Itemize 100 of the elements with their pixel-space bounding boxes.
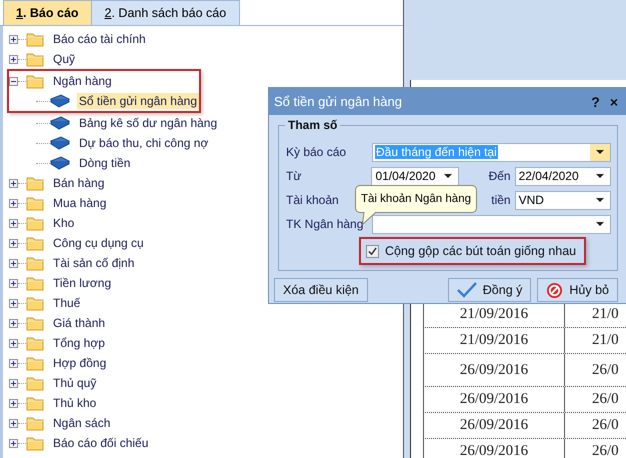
caret-icon xyxy=(596,174,604,178)
expand-toggle-icon[interactable] xyxy=(9,238,18,248)
tooltip-pointer xyxy=(362,212,378,225)
folder-icon xyxy=(26,275,44,291)
tree-label: Quỹ xyxy=(52,51,76,67)
expand-toggle-icon[interactable] xyxy=(9,218,18,228)
field-label: TK Ngân hàng xyxy=(286,217,364,231)
field-label: tiền xyxy=(491,193,511,207)
tree-label: Công cụ dụng cụ xyxy=(52,235,145,251)
expand-toggle-icon[interactable] xyxy=(9,278,18,288)
folder-icon xyxy=(26,255,44,271)
tree-item[interactable]: Hợp đồng xyxy=(9,353,403,373)
tree-label[interactable]: Dự báo thu, chi công nợ xyxy=(77,135,210,151)
table-cell: 26/09/2016 xyxy=(423,354,565,386)
dialog-title: Sổ tiền gửi ngân hàng xyxy=(274,94,403,109)
folder-icon xyxy=(26,51,44,67)
dialog-button[interactable]: Hủy bỏ xyxy=(537,278,618,302)
expand-toggle-icon[interactable] xyxy=(9,438,18,448)
book-icon xyxy=(50,136,70,150)
table-cell-text: 21/0 xyxy=(591,332,619,349)
folder-icon xyxy=(26,295,44,311)
tree-item[interactable]: Thủ kho xyxy=(9,393,403,413)
tree-item[interactable]: Tổng hợp xyxy=(9,333,403,353)
folder-icon xyxy=(26,315,44,331)
expand-toggle-icon[interactable] xyxy=(9,198,18,208)
tree-label: Kho xyxy=(52,215,76,231)
folder-icon xyxy=(26,395,44,411)
tree-item[interactable]: Ngân sách xyxy=(9,413,403,433)
tree-item[interactable]: Thủ quỹ xyxy=(9,373,403,393)
group-title: Tham số xyxy=(285,118,340,132)
expand-toggle-icon[interactable] xyxy=(9,34,18,44)
folder-icon xyxy=(26,355,44,371)
field-label: Đến xyxy=(488,169,511,183)
expand-toggle-icon[interactable] xyxy=(9,338,18,348)
caret-icon xyxy=(596,150,604,154)
folder-icon xyxy=(26,195,44,211)
folder-icon xyxy=(26,415,44,431)
dialog-button[interactable]: Đồng ý xyxy=(448,278,532,302)
book-icon xyxy=(50,156,70,170)
table-cell-text: 21/0 xyxy=(591,306,619,323)
expand-toggle-icon[interactable] xyxy=(9,76,18,86)
caret-icon xyxy=(444,174,452,178)
table-cell: 21/09/2016 xyxy=(423,328,565,353)
tree-label[interactable]: Bảng kê số dư ngân hàng xyxy=(77,115,220,131)
tab[interactable]: 1. Báo cáo xyxy=(3,0,92,25)
combo-box[interactable]: VND xyxy=(514,190,611,210)
expand-toggle-icon[interactable] xyxy=(9,298,18,308)
tree-label: Thủ kho xyxy=(52,395,98,411)
expand-toggle-icon[interactable] xyxy=(9,378,18,388)
table-cell: 26/09/2016 xyxy=(423,387,565,412)
expand-toggle-icon[interactable] xyxy=(9,318,18,328)
tree-item[interactable]: Quỹ xyxy=(9,49,403,69)
tree-item[interactable]: Giá thành xyxy=(9,313,403,333)
tree-item[interactable]: Báo cáo tài chính xyxy=(9,29,403,49)
table-cell-text: 26/0 xyxy=(591,391,619,408)
tree-label: Tiền lương xyxy=(52,275,112,291)
combo-box[interactable]: 22/04/2020 xyxy=(514,166,611,186)
combo-box[interactable]: 01/04/2020 xyxy=(371,166,459,186)
dropdown-button[interactable] xyxy=(590,144,610,160)
table-cell: 26/09/2016 xyxy=(423,413,565,438)
folder-icon xyxy=(26,175,44,191)
tree-label: Ngân sách xyxy=(52,415,112,431)
caret-icon xyxy=(596,198,604,202)
tree-label: Ngân hàng xyxy=(52,73,113,89)
tree-label: Bán hàng xyxy=(52,175,106,191)
field-label: Từ xyxy=(286,169,302,183)
table-cell-text: 26/0 xyxy=(591,417,619,434)
tree-label[interactable]: Dòng tiền xyxy=(77,155,132,171)
close-button[interactable]: × xyxy=(604,94,623,110)
expand-toggle-icon[interactable] xyxy=(9,54,18,64)
tree-label: Tài sản cố định xyxy=(52,255,136,271)
expand-toggle-icon[interactable] xyxy=(9,418,18,428)
expand-toggle-icon[interactable] xyxy=(9,178,18,188)
tab[interactable]: 2. Danh sách báo cáo xyxy=(90,0,240,25)
folder-icon xyxy=(26,435,44,451)
folder-icon xyxy=(26,73,44,89)
tree-item[interactable]: Báo cáo đối chiếu xyxy=(9,433,403,453)
folder-icon xyxy=(26,335,44,351)
field-label: Kỳ báo cáo xyxy=(286,145,346,159)
folder-icon xyxy=(26,375,44,391)
tree-label: Báo cáo đối chiếu xyxy=(52,435,150,451)
checkbox[interactable] xyxy=(366,244,379,258)
expand-toggle-icon[interactable] xyxy=(9,358,18,368)
tree-item[interactable]: Ngân hàng xyxy=(9,71,199,91)
dialog-button[interactable]: Xóa điều kiện xyxy=(274,278,368,302)
checkbox-label: Cộng gộp các bút toán giống nhau xyxy=(385,244,576,258)
tree-label: Giá thành xyxy=(52,315,106,331)
folder-icon xyxy=(26,235,44,251)
expand-toggle-icon[interactable] xyxy=(9,398,18,408)
check-icon xyxy=(456,282,477,298)
table-cell-text: 26/0 xyxy=(591,362,619,378)
caret-icon xyxy=(596,222,604,226)
tree-label: Mua hàng xyxy=(52,195,108,211)
tree-label[interactable]: Sổ tiền gửi ngân hàng xyxy=(76,93,199,109)
field-label: Tài khoản xyxy=(286,193,339,207)
help-button[interactable]: ? xyxy=(586,94,605,110)
tree-label: Thuế xyxy=(52,295,82,311)
cancel-icon xyxy=(546,282,564,298)
expand-toggle-icon[interactable] xyxy=(9,258,18,268)
table-cell-text: 26/0 xyxy=(591,443,619,458)
